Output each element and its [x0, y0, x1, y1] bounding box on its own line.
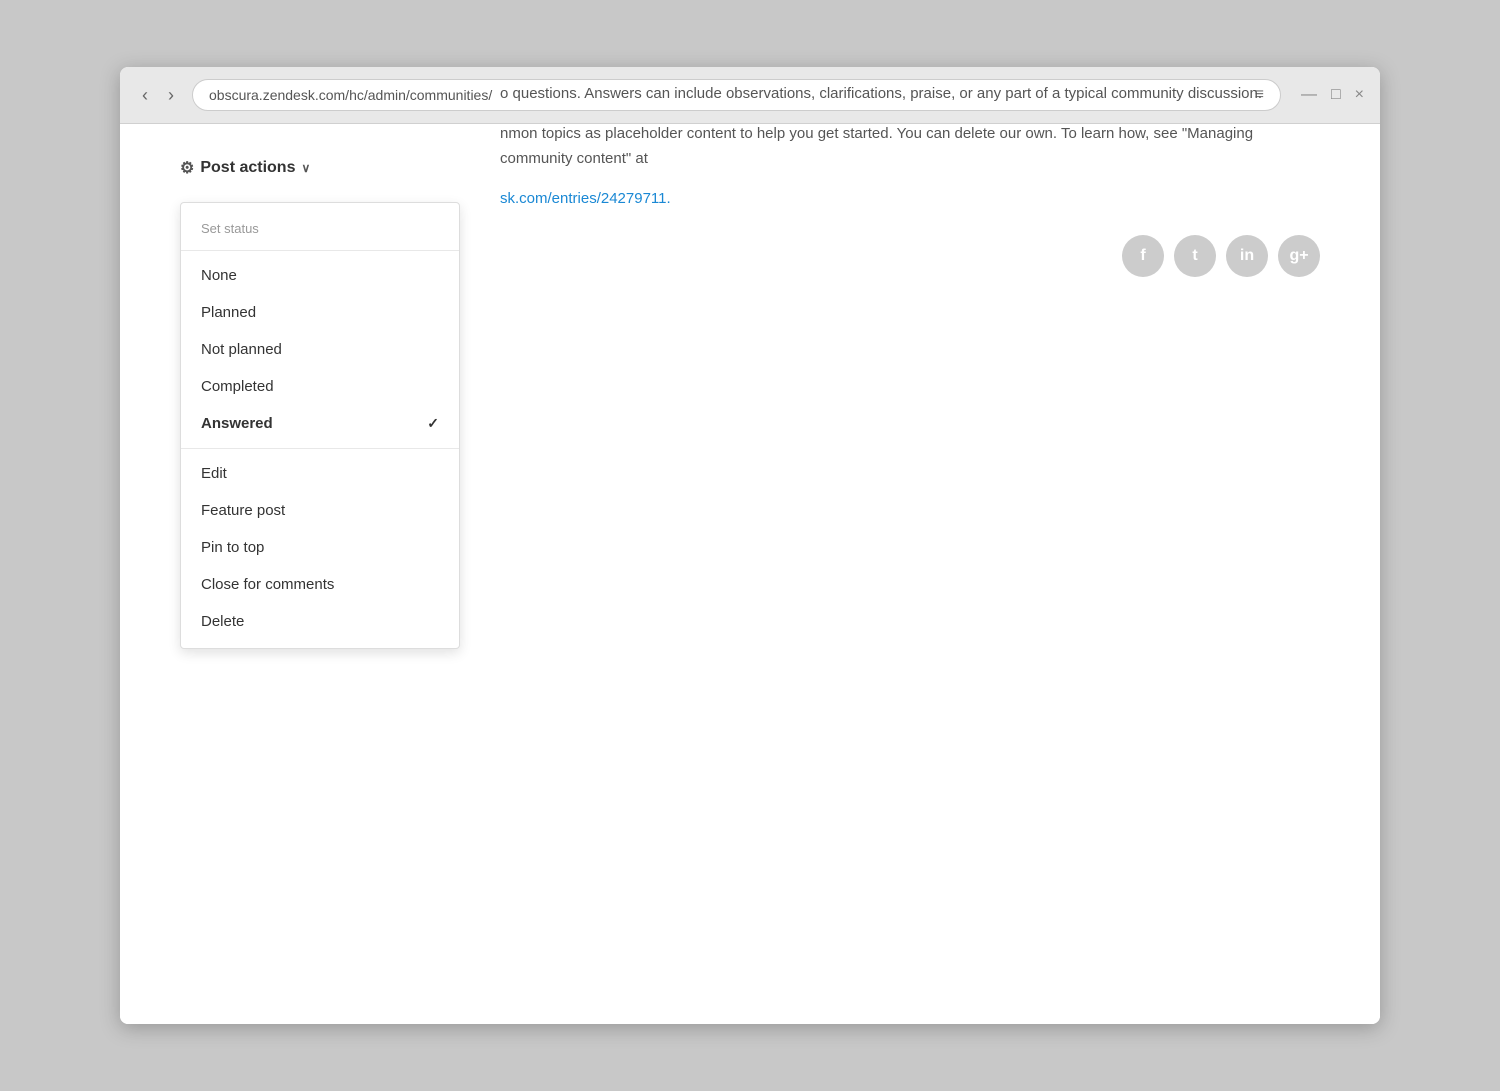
action-close-for-comments[interactable]: Close for comments: [181, 566, 459, 603]
nav-buttons: ‹ ›: [136, 83, 180, 108]
linkedin-icon[interactable]: in: [1226, 235, 1268, 277]
googleplus-icon[interactable]: g+: [1278, 235, 1320, 277]
back-button[interactable]: ‹: [136, 83, 154, 108]
article-reference-link[interactable]: sk.com/entries/24279711.: [500, 190, 671, 207]
article-area: mmunity? · 3 08:23 ANSWERED Unfollow 11 …: [500, 67, 1320, 277]
action-delete[interactable]: Delete: [181, 603, 459, 640]
gear-icon: ⚙: [180, 158, 194, 178]
action-pin-to-top[interactable]: Pin to top: [181, 529, 459, 566]
divider-middle: [181, 448, 459, 449]
article-para-2: o questions. Answers can include observa…: [500, 81, 1320, 107]
action-edit[interactable]: Edit: [181, 455, 459, 492]
article-para-3: nmon topics as placeholder content to he…: [500, 121, 1320, 172]
set-status-label: Set status: [181, 211, 459, 244]
chevron-down-icon: ∨: [301, 161, 310, 175]
status-none[interactable]: None: [181, 257, 459, 294]
forward-button[interactable]: ›: [162, 83, 180, 108]
status-not-planned[interactable]: Not planned: [181, 331, 459, 368]
maximize-button[interactable]: □: [1331, 86, 1341, 104]
post-actions-button[interactable]: ⚙ Post actions ∨: [180, 154, 310, 182]
action-feature-post[interactable]: Feature post: [181, 492, 459, 529]
page-content: ⚙ Post actions ∨ Set status None Planned…: [120, 124, 1380, 1024]
divider-top: [181, 250, 459, 251]
social-icons: f t in g+: [500, 235, 1320, 277]
status-answered[interactable]: Answered ✓: [181, 405, 459, 442]
browser-window: ‹ › obscura.zendesk.com/hc/admin/communi…: [120, 67, 1380, 1024]
status-planned[interactable]: Planned: [181, 294, 459, 331]
close-button[interactable]: ×: [1355, 86, 1364, 104]
url-text: obscura.zendesk.com/hc/admin/communities…: [209, 87, 492, 103]
check-icon: ✓: [427, 415, 439, 432]
twitter-icon[interactable]: t: [1174, 235, 1216, 277]
post-actions-dropdown: Set status None Planned Not planned Comp…: [180, 202, 460, 649]
facebook-icon[interactable]: f: [1122, 235, 1164, 277]
status-completed[interactable]: Completed: [181, 368, 459, 405]
article-body: munity consists of questions and answers…: [500, 67, 1320, 211]
post-actions-label: Post actions: [200, 159, 295, 177]
